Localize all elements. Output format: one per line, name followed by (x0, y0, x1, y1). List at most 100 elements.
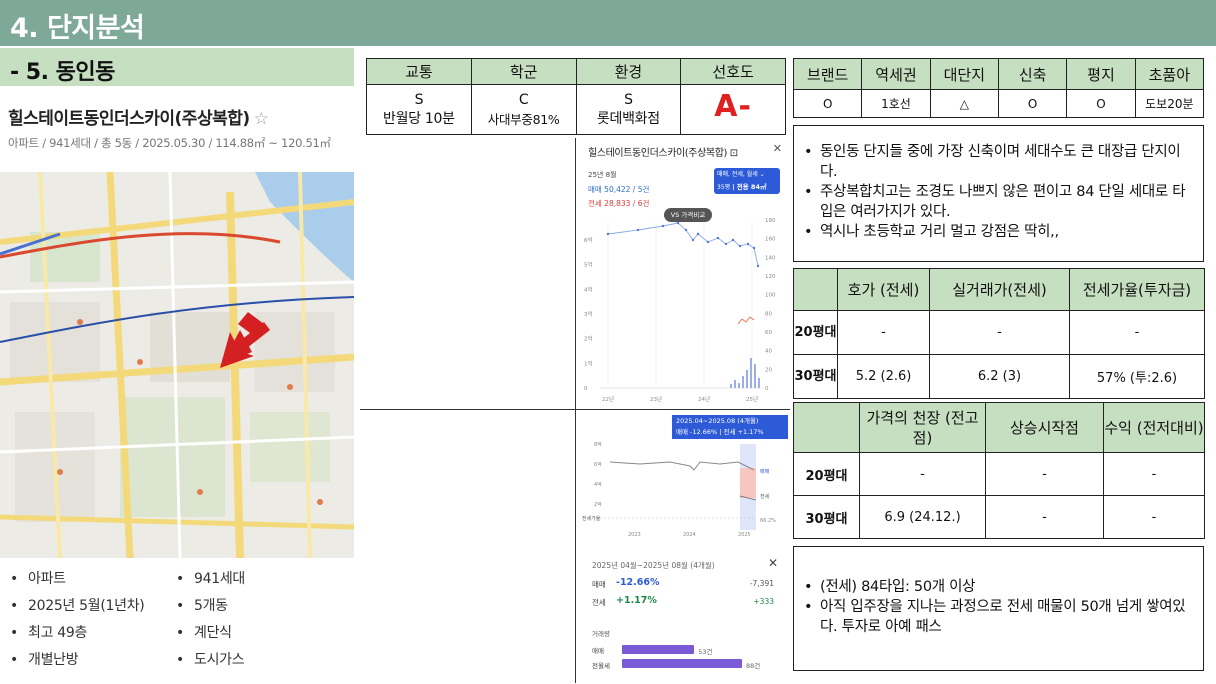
sale-label: 매매 (592, 580, 606, 589)
grade-letter: S (414, 91, 424, 108)
row-label: 20평대 (793, 310, 838, 355)
x-tick-label: 2025 (738, 532, 751, 538)
sale-point (752, 246, 756, 250)
cell-ratio: 57% (투:2.6) (1069, 354, 1205, 399)
location-map[interactable] (0, 172, 354, 558)
comparison-chart-screenshot: 8억 6억 4억 2억 2023 2024 2025 매매 전세 전세가율 66.2% 2025.0… (580, 414, 788, 540)
feature-list-right: 941세대 5개동 계단식 도시가스 (176, 566, 245, 674)
grade-preference: A- (680, 84, 786, 135)
ratio-label: 전세가율 (582, 515, 601, 522)
x-tick-label: 2024 (683, 532, 696, 538)
header-new-build: 신축 (997, 58, 1068, 90)
cell-start: - (985, 495, 1104, 539)
title-bar: 4. 단지분석 (0, 0, 1216, 46)
price-table: 호가 (전세) 실거래가(전세) 전세가율(투자금) 20평대 - - - 30… (793, 268, 1205, 399)
list-item: 동인동 단지들 중에 가장 신축이며 세대수도 큰 대장급 단지이다. (794, 142, 1193, 182)
y-tick-label-left: 3억 (584, 310, 593, 318)
header-ask-price: 호가 (전세) (837, 268, 930, 311)
jeonse-label: 전세 (592, 598, 606, 607)
volume-title: 거래량 (592, 630, 610, 638)
cell-peak: 6.9 (24.12.) (859, 495, 986, 539)
sale-point (706, 240, 710, 244)
sale-point (716, 236, 720, 240)
change-summary-screenshot: 2025년 04월~2025년 08월 (4개월) ✕ 매매 -12.66% -… (580, 548, 788, 676)
volume-bar (758, 378, 760, 388)
period-banner: 2025.04~2025.08 (4개월) 매매 -12.66% | 전세 +1… (672, 415, 788, 439)
header-environment: 환경 (575, 58, 682, 85)
cell-ask: - (837, 310, 930, 355)
header-large-complex: 대단지 (929, 58, 999, 90)
close-icon[interactable]: ✕ (768, 556, 778, 570)
y-tick-label: 2억 (594, 501, 602, 508)
star-icon[interactable]: ☆ (254, 109, 269, 129)
price-chart-screenshot: 힐스테이트동인더스카이(주상복합) ⊡ ✕ 25년 8월 매매 50,422 /… (578, 136, 788, 406)
sale-trend-line (609, 461, 755, 471)
row-label: 20평대 (793, 452, 860, 496)
volume-sale-label: 매매 (592, 647, 604, 655)
list-item: 최고 49층 (10, 620, 144, 647)
header-blank (793, 402, 860, 453)
y-tick-label-left: 4억 (584, 285, 593, 293)
sale-point (746, 242, 750, 246)
x-tick-label: 24년 (698, 395, 710, 403)
volume-jeonse-label: 전월세 (592, 662, 610, 670)
volume-sale-count: 53건 (698, 648, 713, 656)
header-profit: 수익 (전저대비) (1103, 402, 1205, 453)
summary-period: 2025년 04월~2025년 08월 (4개월) (592, 561, 715, 570)
grade-detail: 반월당 10분 (383, 110, 455, 127)
y-tick-label-right: 180 (765, 218, 776, 224)
volume-bar (738, 383, 740, 388)
grade-letter: C (518, 91, 529, 108)
jeonse-price-line (737, 316, 755, 325)
list-item: 2025년 5월(1년차) (10, 593, 145, 620)
volume-bar (742, 376, 744, 388)
complex-name: 힐스테이트동인더스카이(주상복합) ☆ (8, 104, 269, 129)
cell-actual: 6.2 (3) (929, 354, 1070, 399)
list-item: 아파트 (10, 566, 144, 593)
cell-actual: - (929, 310, 1070, 355)
divider (575, 138, 576, 683)
list-item: (전세) 84타입: 50개 이상 (794, 577, 1193, 597)
header-jeonse-ratio: 전세가율(투자금) (1069, 268, 1205, 311)
y-tick-label: 8억 (594, 441, 602, 448)
y-tick-label-right: 80 (765, 311, 772, 317)
x-tick-label: 22년 (602, 395, 614, 403)
x-tick-label: 25년 (746, 395, 758, 403)
grade-transport: S 반월당 10분 (366, 84, 472, 135)
y-tick-label-left: 0 (584, 386, 588, 392)
sale-point (756, 264, 760, 268)
x-tick-label: 23년 (650, 395, 662, 403)
divider (360, 409, 790, 410)
grades-table: 교통 학군 환경 선호도 S 반월당 10분 C 사대부중81% S 롯데백화점 A- (366, 58, 786, 135)
section-bar: - 5. 동인동 (0, 48, 354, 86)
y-tick-label-right: 120 (765, 274, 776, 280)
volume-sale-bar (622, 645, 695, 654)
cell-profit: - (1103, 452, 1205, 496)
list-item: 5개동 (176, 593, 245, 620)
banner-change: 매매 -12.66% | 전세 +1.17% (676, 428, 764, 436)
list-item: 941세대 (176, 566, 245, 593)
sale-price-line (607, 222, 759, 267)
preference-grade: A- (714, 89, 752, 124)
tag-new-build: O (997, 89, 1068, 118)
tag-elementary: 도보20분 (1134, 89, 1205, 118)
cell-ask: 5.2 (2.6) (837, 354, 930, 399)
row-label: 30평대 (793, 354, 838, 399)
gap-highlight (740, 468, 756, 498)
header-transport: 교통 (366, 58, 472, 85)
header-station: 역세권 (861, 58, 931, 90)
sale-point (724, 242, 728, 246)
jeonse-diff: +333 (753, 597, 774, 606)
tag-station: 1호선 (861, 89, 931, 118)
y-tick-label-right: 140 (765, 255, 776, 261)
section-title: - 5. 동인동 (10, 60, 115, 85)
list-item: 개별난방 (10, 647, 144, 674)
volume-bar (734, 380, 736, 388)
header-school: 학군 (470, 58, 577, 85)
list-item: 역시나 초등학교 거리 멀고 강점은 딱히,, (794, 222, 1193, 242)
table-row: 20평대 - - - (793, 452, 1205, 496)
header-blank (793, 268, 838, 311)
sale-point (606, 232, 610, 236)
volume-bar (750, 358, 752, 388)
y-tick-label-right: 100 (765, 293, 776, 299)
